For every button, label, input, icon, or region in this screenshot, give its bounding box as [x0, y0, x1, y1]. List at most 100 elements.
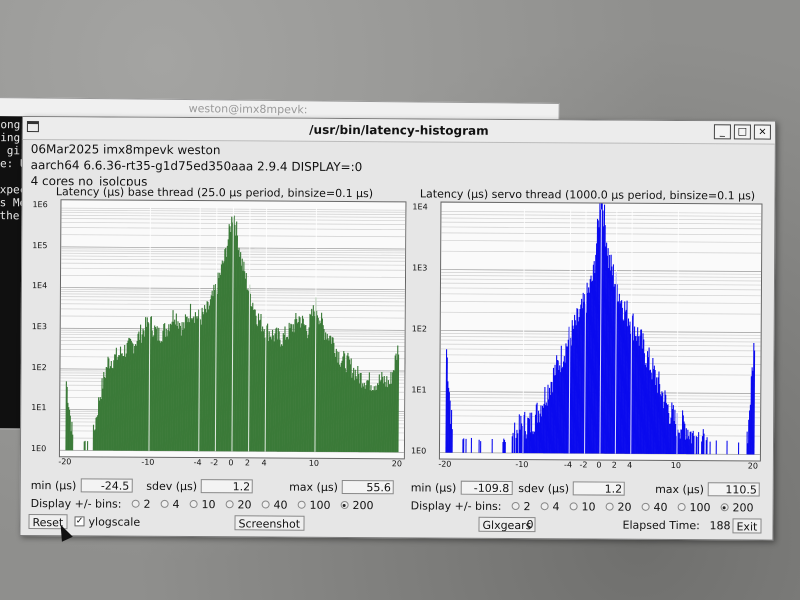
y-tick-label: 1E2 — [411, 324, 427, 334]
x-tick-label: -10 — [141, 457, 155, 467]
x-tick-label: -20 — [58, 457, 72, 467]
glxgears-count: 0 — [526, 518, 534, 532]
base-bins-row: Display +/- bins: 2 4 10 20 40 100 200 — [31, 495, 374, 513]
servo-sdev-value: 1.2 — [573, 481, 626, 496]
elapsed-time-value: 188 — [709, 519, 731, 533]
histogram-bar — [463, 438, 465, 453]
base-bins-label: Display +/- bins: — [30, 496, 122, 511]
histogram-bar — [512, 432, 514, 454]
servo-stats-row: min (µs) -109.8 sdev (µs) 1.2 max (µs) 1… — [411, 479, 760, 497]
servo-min-value: -109.8 — [460, 480, 513, 496]
servo-bins-option-label: 2 — [523, 499, 531, 513]
base-bins-option-label: 4 — [172, 497, 180, 511]
screenshot-button[interactable]: Screenshot — [234, 515, 305, 531]
base-bins-option-label: 200 — [352, 498, 374, 512]
base-bins-option-label: 40 — [273, 498, 288, 512]
base-bins-radio-2[interactable] — [131, 499, 140, 508]
histogram-bar — [715, 440, 717, 455]
y-tick-label: 1E0 — [410, 446, 427, 456]
base-chart-title: Latency (µs) base thread (25.0 µs period… — [55, 185, 374, 201]
histogram-bar — [706, 437, 708, 455]
histogram-bar — [491, 438, 493, 453]
servo-max-value: 110.5 — [707, 482, 760, 497]
servo-bins-label: Display +/- bins: — [410, 498, 502, 513]
minimize-button[interactable]: _ — [713, 124, 731, 140]
bottom-bar: Reset ✓ ylogscale Screenshot Glxgears 0 … — [20, 513, 772, 538]
x-tick-label: -4 — [564, 460, 573, 470]
base-bins-radio-100[interactable] — [297, 500, 306, 509]
x-tick-label: 10 — [670, 460, 681, 471]
title-bar[interactable]: /usr/bin/latency-histogram _ □ × — [22, 117, 775, 145]
base-min-label: min (µs) — [30, 478, 77, 492]
servo-bins-radio-100[interactable] — [677, 503, 686, 512]
x-tick-label: 2 — [244, 458, 251, 468]
servo-bins-radio-4[interactable] — [540, 502, 549, 511]
x-tick-label: -10 — [515, 460, 529, 470]
base-stats-row: min (µs) -24.5 sdev (µs) 1.2 max (µs) 55… — [31, 477, 394, 495]
histogram-bar — [517, 433, 519, 454]
histogram-bar — [86, 441, 89, 451]
window-title: /usr/bin/latency-histogram — [309, 122, 489, 138]
histogram-bar — [451, 429, 453, 453]
ylogscale-label: ylogscale — [88, 515, 141, 529]
ylogscale-checkbox[interactable]: ✓ — [74, 516, 85, 527]
y-tick-label: 1E3 — [31, 322, 47, 332]
histogram-bar — [504, 441, 506, 453]
histogram-bar — [465, 438, 467, 453]
y-tick-label: 1E4 — [31, 281, 48, 291]
servo-thread-panel: Latency (µs) servo thread (1000.0 µs per… — [404, 187, 769, 516]
maximize-button[interactable]: □ — [733, 124, 751, 140]
x-tick-label: 2 — [611, 460, 617, 470]
x-tick-label: -2 — [210, 458, 219, 468]
base-bins-radio-200[interactable] — [340, 500, 349, 510]
histogram-bar — [693, 436, 695, 455]
servo-histogram-plot — [438, 201, 763, 462]
base-bins-radio-4[interactable] — [160, 499, 169, 508]
servo-sdev-label: sdev (µs) — [518, 481, 570, 495]
servo-bins-radio-10[interactable] — [569, 502, 578, 511]
base-bins-radio-10[interactable] — [189, 500, 198, 509]
base-histogram-svg — [59, 206, 406, 453]
base-sdev-label: sdev (µs) — [146, 479, 198, 493]
y-tick-label: 1E1 — [31, 403, 47, 413]
servo-histogram-svg — [439, 202, 762, 455]
base-bins-option-label: 20 — [237, 497, 252, 511]
servo-bins-option-label: 10 — [581, 499, 596, 514]
x-tick-label: -20 — [438, 459, 452, 469]
latency-histogram-window: /usr/bin/latency-histogram _ □ × 06Mar20… — [19, 116, 776, 541]
x-tick-label: 0 — [228, 458, 234, 468]
histogram-bar — [726, 440, 728, 455]
histogram-bar — [72, 434, 74, 451]
y-tick-label: 1E3 — [412, 263, 428, 273]
servo-bins-option-label: 40 — [653, 500, 668, 514]
base-bins-radio-40[interactable] — [261, 500, 270, 509]
servo-bins-radio-200[interactable] — [720, 503, 729, 512]
close-button[interactable]: × — [753, 124, 771, 140]
x-tick-label: 4 — [261, 458, 267, 468]
y-tick-label: 1E0 — [30, 444, 47, 454]
base-bins-radio-20[interactable] — [225, 500, 234, 509]
servo-bins-radio-40[interactable] — [641, 502, 650, 511]
y-tick-label: 1E4 — [412, 202, 428, 212]
servo-bins-option-label: 20 — [617, 500, 632, 514]
base-histogram-plot — [58, 199, 407, 460]
histogram-bar — [709, 441, 711, 455]
base-max-value: 55.6 — [341, 479, 394, 495]
histogram-bar — [697, 432, 700, 455]
x-tick-label: 4 — [627, 460, 633, 470]
base-max-label: max (µs) — [289, 480, 338, 494]
system-info: 06Mar2025 imx8mpevk weston aarch64 6.6.3… — [31, 141, 363, 191]
exit-button[interactable]: Exit — [732, 518, 762, 534]
base-bins-option-label: 2 — [143, 497, 151, 511]
x-tick-label: 0 — [596, 460, 602, 470]
servo-bins-radio-20[interactable] — [605, 502, 614, 511]
servo-bins-row: Display +/- bins: 2 4 10 20 40 100 200 — [411, 497, 754, 515]
histogram-bar — [480, 441, 482, 453]
servo-bins-option-label: 200 — [732, 500, 754, 514]
histogram-bar — [470, 437, 472, 453]
y-tick-label: 1E2 — [31, 362, 47, 372]
servo-bins-radio-2[interactable] — [511, 501, 520, 511]
base-bins-option-label: 100 — [309, 498, 331, 512]
histogram-bar — [696, 437, 698, 455]
histogram-bar — [738, 442, 740, 455]
